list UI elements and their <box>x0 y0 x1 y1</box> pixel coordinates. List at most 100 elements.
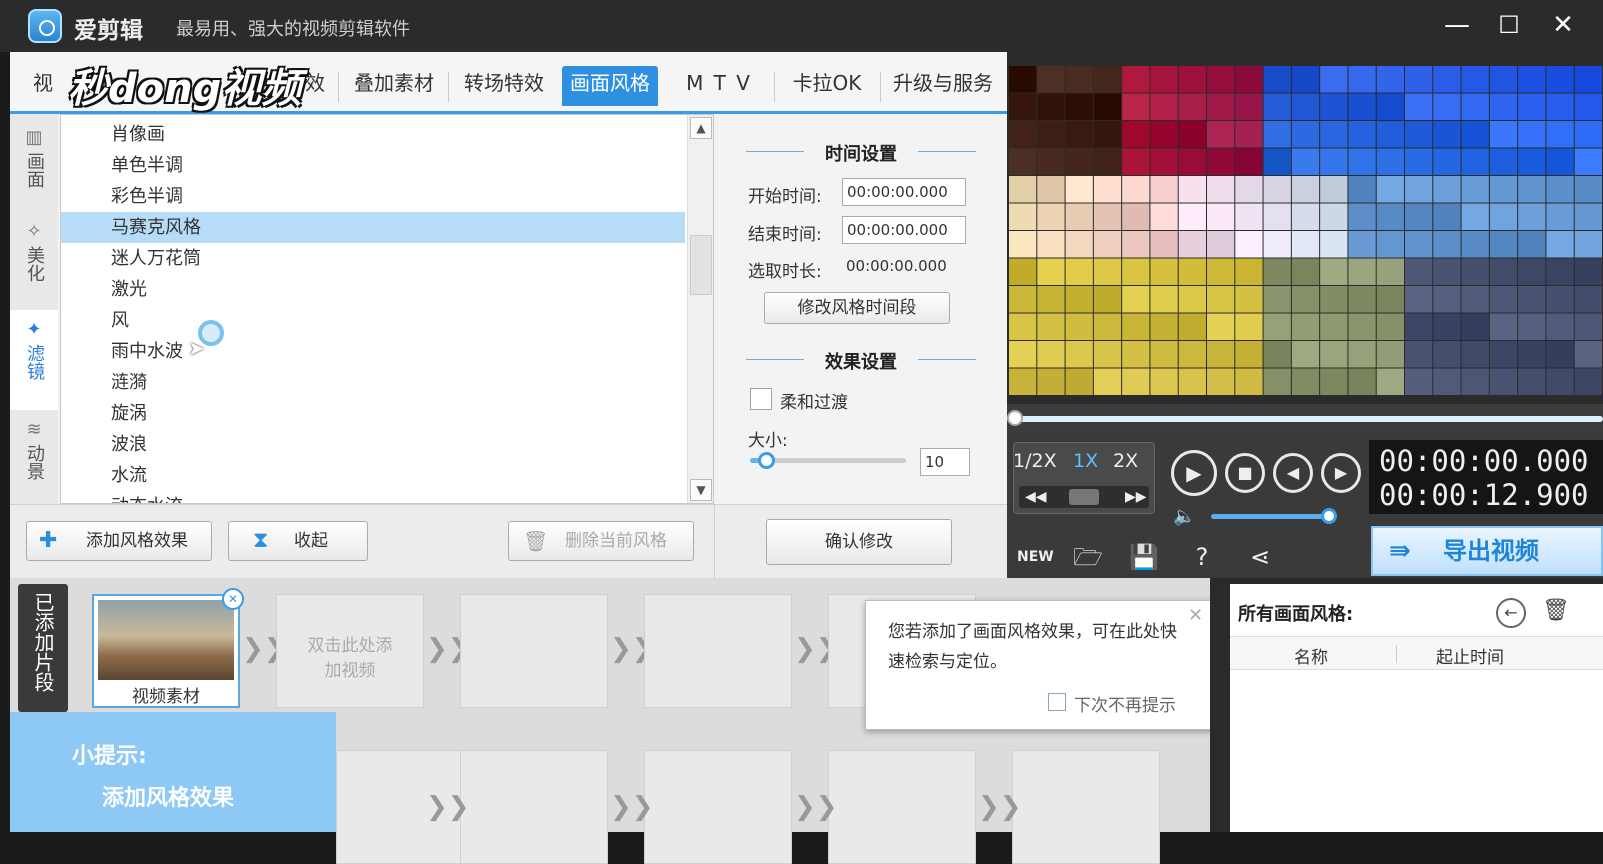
filter-list-item[interactable]: 马赛克风格 <box>61 212 685 243</box>
mosaic-tile <box>1235 368 1263 395</box>
start-time-input[interactable]: 00:00:00.000 <box>842 178 966 206</box>
tab-upgrade[interactable]: 升级与服务 <box>888 66 998 106</box>
dont-show-checkbox[interactable] <box>1048 693 1066 711</box>
empty-clip-slot[interactable] <box>828 750 976 864</box>
list-scrollbar[interactable]: ▲ ▼ <box>687 115 713 503</box>
mosaic-tile <box>1122 203 1150 230</box>
mosaic-tile <box>1263 258 1291 285</box>
sidenav-beautify[interactable]: ✧ 美化 <box>10 222 58 302</box>
sidenav-filter[interactable]: ✦ 滤镜 <box>10 310 58 410</box>
filter-list-item[interactable]: 动态水流 <box>61 491 685 503</box>
speed-2x[interactable]: 2X <box>1113 450 1138 472</box>
modify-time-button[interactable]: 修改风格时间段 <box>764 292 950 324</box>
mosaic-tile <box>1461 258 1489 285</box>
size-input[interactable]: 10 <box>920 448 970 476</box>
size-slider[interactable] <box>750 452 906 469</box>
filter-list-item[interactable]: 肖像画 <box>61 119 685 150</box>
tip-box: 小提示: 添加风格效果 <box>10 712 336 832</box>
speed-1x[interactable]: 1X <box>1073 450 1098 472</box>
maximize-button[interactable]: ☐ <box>1494 10 1524 40</box>
mosaic-tile <box>1320 176 1348 203</box>
filter-list-item[interactable]: 风 <box>61 305 685 336</box>
mosaic-tile <box>1348 66 1376 93</box>
new-project-icon[interactable]: NEW <box>1017 542 1054 572</box>
mosaic-tile <box>1574 286 1602 313</box>
confirm-button[interactable]: 确认修改 <box>766 519 952 565</box>
scroll-down-icon[interactable]: ▼ <box>690 479 712 501</box>
mosaic-tile <box>1320 66 1348 93</box>
export-video-button[interactable]: ⇛ 导出视频 <box>1371 526 1603 576</box>
empty-clip-slot[interactable]: 双击此处添加视频 <box>276 594 424 708</box>
sidenav-dynamic[interactable]: ≋ 动景 <box>10 420 58 500</box>
filter-list-item[interactable]: 水流 <box>61 460 685 491</box>
jog-bar[interactable]: ◀◀ ▶▶ <box>1019 486 1149 508</box>
volume-icon[interactable]: 🔈 <box>1173 506 1195 527</box>
filter-list-item[interactable]: 激光 <box>61 274 685 305</box>
locate-back-icon[interactable]: ← <box>1496 598 1526 628</box>
mosaic-tile <box>1291 258 1320 285</box>
filter-list-item[interactable]: 雨中水波 <box>61 336 685 367</box>
popup-close-icon[interactable]: ✕ <box>1188 605 1203 626</box>
empty-clip-slot[interactable] <box>644 750 792 864</box>
tab-overlay[interactable]: 叠加素材 <box>346 66 442 106</box>
stop-icon[interactable]: ■ <box>1225 453 1265 493</box>
add-style-button[interactable]: ✚ 添加风格效果 <box>26 521 212 561</box>
volume-knob[interactable] <box>1321 508 1337 524</box>
seek-bar[interactable] <box>1007 404 1603 432</box>
empty-clip-slot[interactable] <box>1012 750 1160 864</box>
minimize-button[interactable]: — <box>1442 10 1472 40</box>
jog-knob[interactable] <box>1069 489 1099 505</box>
share-icon[interactable]: ⋖ <box>1245 542 1275 572</box>
help-icon[interactable]: ? <box>1187 542 1217 572</box>
sidenav-picture[interactable]: ▥ 画面 <box>10 128 58 208</box>
tab-karaoke[interactable]: 卡拉OK <box>782 66 872 106</box>
open-folder-icon[interactable]: 🗁 <box>1073 542 1103 572</box>
filter-list-item[interactable]: 旋涡 <box>61 398 685 429</box>
filter-list-item[interactable]: 单色半调 <box>61 150 685 181</box>
filter-list-item[interactable]: 波浪 <box>61 429 685 460</box>
volume-slider[interactable] <box>1211 514 1331 519</box>
prev-frame-icon[interactable]: ◀ <box>1273 453 1313 493</box>
scroll-up-icon[interactable]: ▲ <box>690 117 712 139</box>
tab-effects[interactable]: 效 <box>300 66 330 106</box>
play-icon[interactable]: ▶ <box>1171 450 1217 496</box>
mosaic-tile <box>1405 121 1433 148</box>
rewind-icon[interactable]: ◀◀ <box>1025 486 1047 508</box>
mosaic-tile <box>1376 66 1404 93</box>
filter-list-item[interactable]: 涟漪 <box>61 367 685 398</box>
trash-icon: 🗑 <box>523 529 549 553</box>
scroll-thumb[interactable] <box>690 235 712 295</box>
mosaic-tile <box>1405 368 1433 395</box>
save-icon[interactable]: 💾 <box>1129 542 1159 572</box>
clip-thumbnail[interactable]: 视频素材 ✕ <box>92 588 244 708</box>
slider-knob[interactable] <box>757 452 775 469</box>
mosaic-tile <box>1518 148 1546 175</box>
mosaic-tile <box>1009 341 1037 368</box>
mosaic-tile <box>1093 286 1122 313</box>
forward-icon[interactable]: ▶▶ <box>1125 486 1147 508</box>
empty-clip-slot[interactable] <box>460 594 608 708</box>
delete-style-button[interactable]: 🗑 删除当前风格 <box>508 521 694 561</box>
remove-clip-icon[interactable]: ✕ <box>222 588 244 610</box>
empty-clip-slot[interactable] <box>644 594 792 708</box>
mosaic-tile <box>1065 93 1093 120</box>
speed-half[interactable]: 1/2X <box>1013 450 1057 472</box>
mosaic-tile <box>1518 203 1546 230</box>
tab-picture-style[interactable]: 画面风格 <box>562 66 658 106</box>
mosaic-tile <box>1235 148 1263 175</box>
mosaic-tile <box>1009 258 1037 285</box>
close-button[interactable]: ✕ <box>1548 10 1578 40</box>
mosaic-tile <box>1518 176 1546 203</box>
tab-mtv[interactable]: M T V <box>676 66 762 106</box>
collapse-button[interactable]: ⧗ 收起 <box>228 521 368 561</box>
filter-list-item[interactable]: 迷人万花筒 <box>61 243 685 274</box>
smooth-checkbox[interactable] <box>750 388 772 410</box>
trash-icon[interactable]: 🗑 <box>1542 598 1570 623</box>
tab-transition[interactable]: 转场特效 <box>454 66 554 106</box>
empty-clip-slot[interactable] <box>460 750 608 864</box>
filter-list-item[interactable]: 彩色半调 <box>61 181 685 212</box>
tab-video[interactable]: 视 <box>30 66 56 106</box>
seek-handle[interactable] <box>1007 410 1023 426</box>
end-time-input[interactable]: 00:00:00.000 <box>842 216 966 244</box>
next-frame-icon[interactable]: ▶ <box>1321 453 1361 493</box>
